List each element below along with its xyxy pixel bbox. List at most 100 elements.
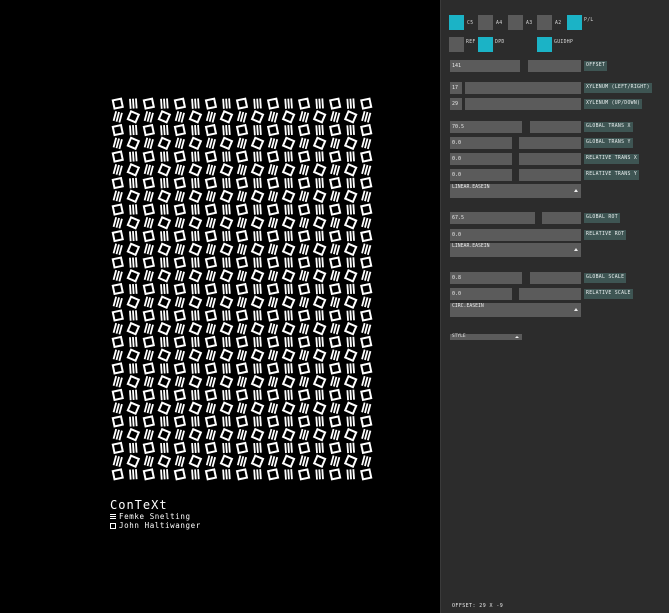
pattern-tile xyxy=(157,374,172,389)
pattern-tile xyxy=(174,375,185,388)
pattern-tile xyxy=(266,388,280,402)
pattern-tile xyxy=(315,336,324,348)
global-trans-x-label[interactable]: GLOBAL TRANS X xyxy=(584,122,633,132)
global-trans-x-range[interactable] xyxy=(530,121,581,133)
pattern-tile xyxy=(253,98,262,109)
pattern-tile xyxy=(267,322,279,335)
pattern-tile xyxy=(235,229,249,243)
pattern-tile xyxy=(112,243,123,256)
pattern-tile xyxy=(129,283,138,295)
pattern-tile xyxy=(299,296,310,309)
global-trans-x-slider[interactable]: 70.5 xyxy=(450,121,522,133)
relative-scale-label[interactable]: RELATIVE SCALE xyxy=(584,289,633,299)
offset-range[interactable] xyxy=(528,60,581,72)
toggle-portrait-landscape[interactable] xyxy=(567,15,582,30)
pattern-tile xyxy=(222,151,231,162)
pattern-tile xyxy=(174,402,185,415)
offset-slider[interactable]: 141 xyxy=(450,60,520,72)
pattern-tile xyxy=(235,176,249,190)
pattern-tile xyxy=(360,388,373,402)
relative-trans-x-range[interactable] xyxy=(519,153,581,165)
global-trans-y-slider[interactable]: 0.0 xyxy=(450,137,512,149)
toggle-dpd[interactable] xyxy=(478,37,493,52)
pattern-tile xyxy=(236,349,248,362)
pattern-tile xyxy=(343,321,358,336)
toggle-a2[interactable] xyxy=(537,15,552,30)
toggle-guide[interactable] xyxy=(537,37,552,52)
pattern-tile xyxy=(191,257,200,268)
global-trans-y-range[interactable] xyxy=(519,137,581,149)
scale-easing-dropdown[interactable]: CIRC.EASEIN xyxy=(450,303,581,317)
relative-scale-range[interactable] xyxy=(519,288,581,300)
pattern-tile xyxy=(267,402,279,415)
pattern-tile xyxy=(250,215,265,230)
pattern-tile xyxy=(112,190,123,203)
pattern-tile xyxy=(142,176,155,190)
pattern-tile xyxy=(222,363,231,374)
pattern-tile xyxy=(346,230,355,242)
relative-scale-slider[interactable]: 0.0 xyxy=(450,288,512,300)
pattern-tile xyxy=(222,283,231,295)
global-scale-label[interactable]: GLOBAL SCALE xyxy=(584,273,627,283)
pattern-tile xyxy=(160,416,169,427)
rot-easing-dropdown[interactable]: LINEAR.EASEIN xyxy=(450,243,581,257)
pattern-tile xyxy=(253,283,262,295)
pattern-tile xyxy=(173,256,187,269)
global-scale-slider[interactable]: 0.8 xyxy=(450,272,522,284)
toggle-pl-label: P/L xyxy=(584,18,594,23)
pattern-tile xyxy=(267,269,279,282)
pattern-tile xyxy=(329,362,342,375)
pattern-tile xyxy=(315,442,324,454)
trans-easing-dropdown[interactable]: LINEAR.EASEIN xyxy=(450,184,581,198)
pattern-tile xyxy=(204,362,218,375)
xylenum-ud-label[interactable]: XYLENUM (UP/DOWN) xyxy=(584,99,643,109)
relative-trans-y-label[interactable]: RELATIVE TRANS Y xyxy=(584,170,640,180)
pattern-tile xyxy=(188,295,203,310)
pattern-tile xyxy=(219,268,234,283)
toggle-guide-label: GUIDHP xyxy=(554,40,574,45)
relative-trans-y-range[interactable] xyxy=(519,169,581,181)
global-scale-range[interactable] xyxy=(530,272,581,284)
xylenum-lr-label[interactable]: XYLENUM (LEFT/RIGHT) xyxy=(584,83,652,93)
pattern-tile xyxy=(191,151,200,162)
pattern-tile xyxy=(126,401,141,415)
xylenum-ud-slider[interactable] xyxy=(465,98,581,110)
pattern-tile xyxy=(126,268,141,283)
toggle-c5[interactable] xyxy=(449,15,464,30)
global-trans-y-label[interactable]: GLOBAL TRANS Y xyxy=(584,138,633,148)
pattern-tile xyxy=(205,455,217,467)
pattern-tile xyxy=(174,428,185,441)
pattern-tile xyxy=(111,229,124,243)
toggle-ref[interactable] xyxy=(449,37,464,52)
pattern-tile xyxy=(266,123,280,137)
pattern-tile xyxy=(330,190,341,203)
pattern-tile xyxy=(188,189,203,204)
xylenum-lr-slider[interactable] xyxy=(465,82,581,94)
pattern-tile xyxy=(361,111,372,123)
style-dropdown[interactable]: STYLE xyxy=(450,334,522,340)
global-rot-range[interactable] xyxy=(542,212,581,224)
pattern-tile xyxy=(188,215,203,230)
global-rot-label[interactable]: GLOBAL ROT xyxy=(584,213,620,223)
pattern-tile xyxy=(126,189,141,204)
relative-trans-y-slider[interactable]: 0.0 xyxy=(450,169,512,181)
xylenum-ud-value[interactable]: 29 xyxy=(450,98,462,110)
toggle-a4[interactable] xyxy=(478,15,493,30)
relative-rot-slider[interactable]: 0.0 xyxy=(450,229,581,241)
relative-trans-x-slider[interactable]: 0.0 xyxy=(450,153,512,165)
pattern-tile xyxy=(235,282,249,296)
pattern-tile xyxy=(235,362,249,375)
relative-rot-label[interactable]: RELATIVE ROT xyxy=(584,230,627,240)
offset-label[interactable]: OFFSET xyxy=(584,61,608,71)
pattern-tile xyxy=(142,388,155,402)
pattern-tile xyxy=(267,190,279,203)
relative-trans-x-label[interactable]: RELATIVE TRANS X xyxy=(584,154,640,164)
xylenum-lr-value[interactable]: 17 xyxy=(450,82,462,94)
toggle-a3[interactable] xyxy=(508,15,523,30)
global-rot-slider[interactable]: 67.5 xyxy=(450,212,535,224)
pattern-tile xyxy=(315,416,324,427)
pattern-tile xyxy=(188,163,203,177)
pattern-tile xyxy=(143,455,154,467)
pattern-tile xyxy=(297,309,311,322)
pattern-tile xyxy=(250,348,265,363)
